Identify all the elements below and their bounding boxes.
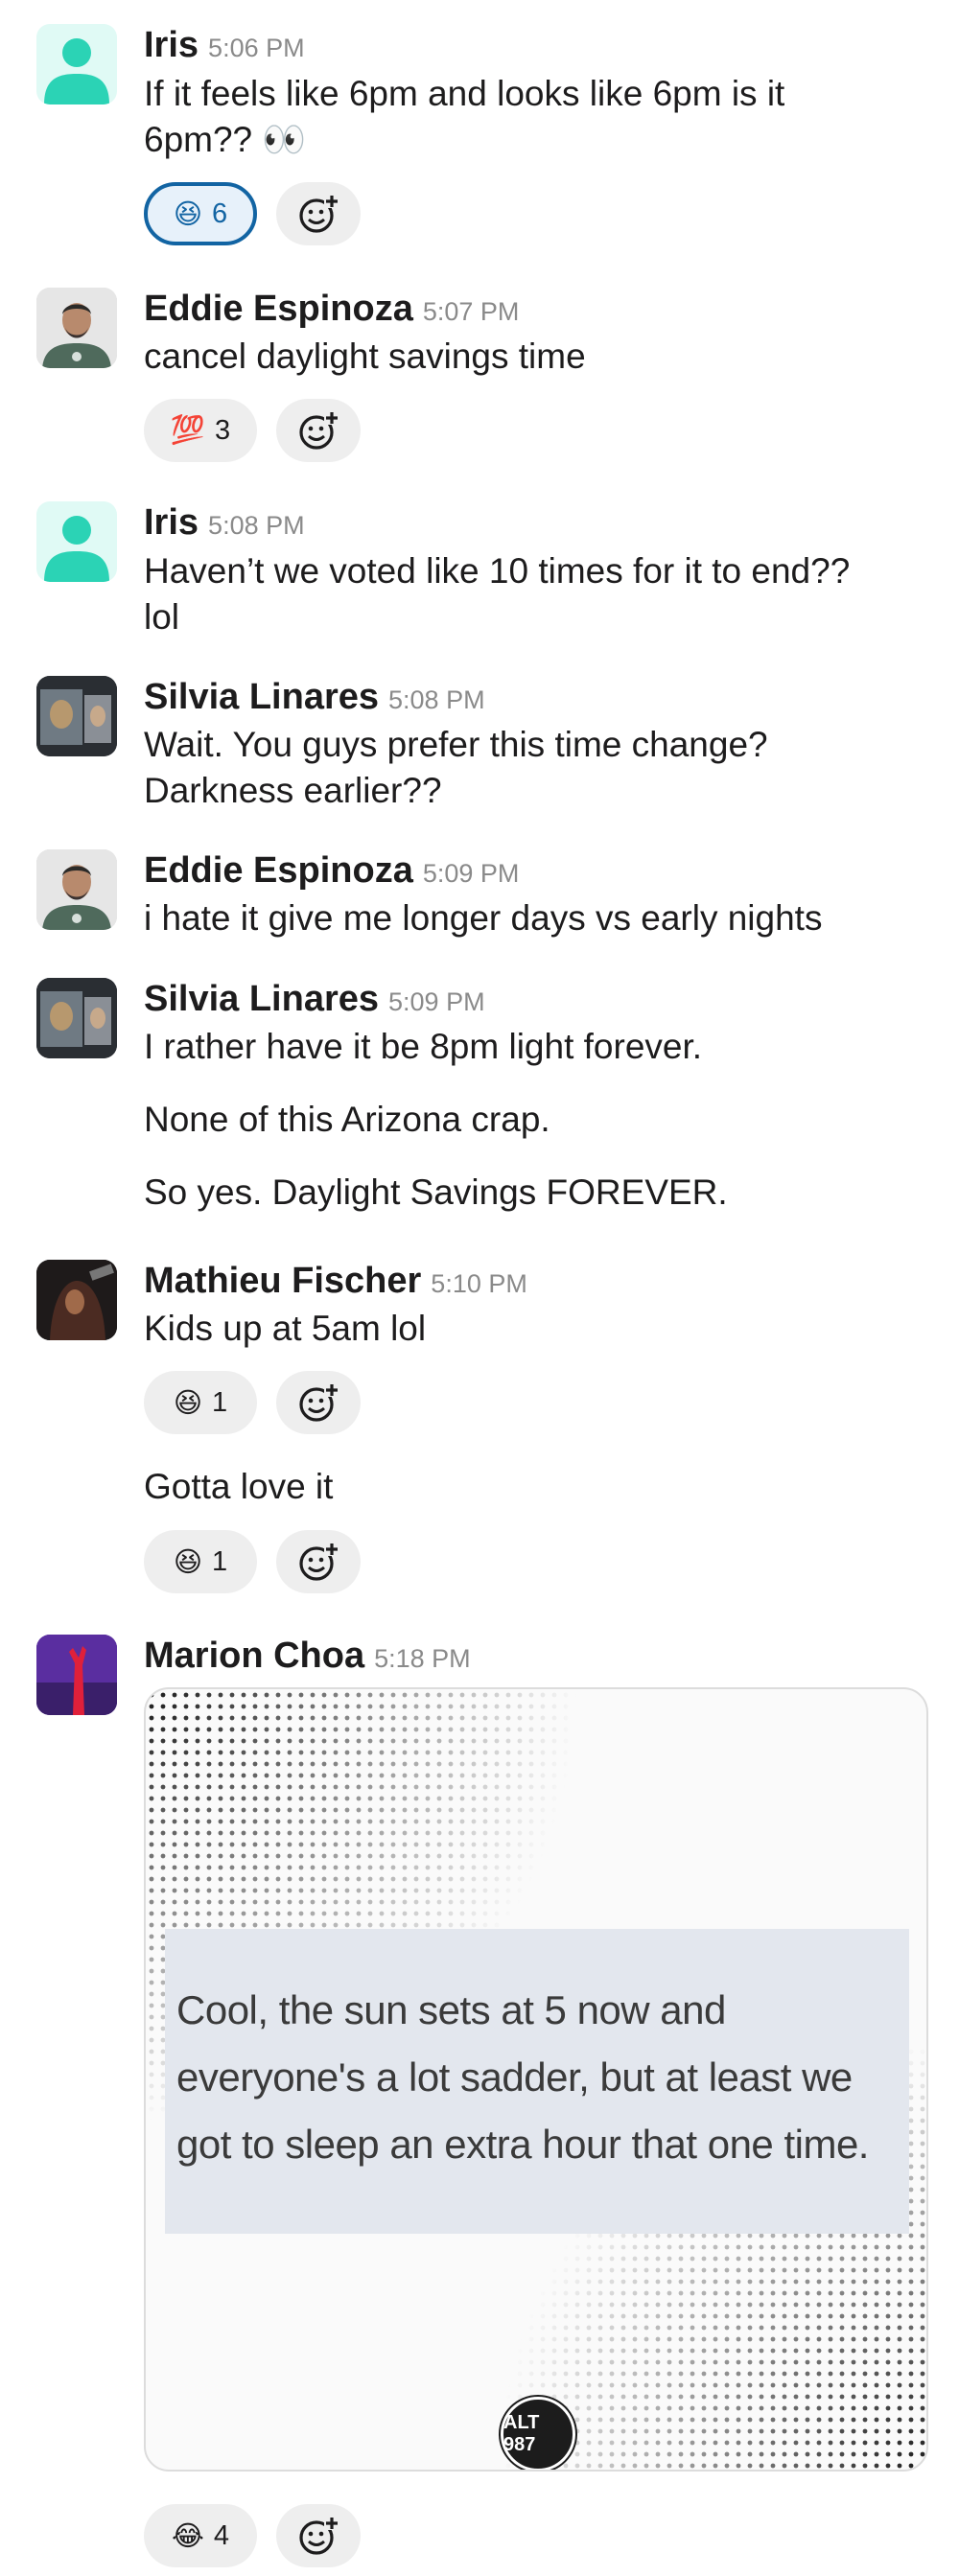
- add-reaction-icon: [299, 2517, 339, 2555]
- reaction-pill[interactable]: 😆 1: [144, 1371, 257, 1434]
- message-text: Haven’t we voted like 10 times for it to…: [144, 551, 851, 591]
- timestamp[interactable]: 5:09 PM: [423, 859, 520, 888]
- quote-line: got to sleep an extra hour that one time…: [176, 2122, 869, 2167]
- tears-of-joy-emoji-icon: 😂: [171, 2520, 204, 2552]
- message-text: i hate it give me longer days vs early n…: [144, 898, 823, 938]
- laughing-emoji-icon: 😆: [173, 1546, 203, 1578]
- message-text: cancel daylight savings time: [144, 337, 586, 376]
- reaction-pill[interactable]: 😆 1: [144, 1530, 257, 1593]
- avatar[interactable]: [36, 288, 117, 368]
- message-text: Gotta love it: [144, 1467, 334, 1506]
- avatar[interactable]: [36, 978, 117, 1058]
- user-photo-icon: [36, 1635, 117, 1715]
- laughing-emoji-icon: 😆: [173, 1387, 203, 1419]
- message-text: 6pm?? 👀: [144, 120, 307, 159]
- laughing-emoji-icon: 😆: [173, 198, 203, 230]
- add-reaction-button[interactable]: [276, 399, 361, 462]
- author-name[interactable]: Marion Choa 5:18 PM: [144, 1635, 471, 1680]
- add-reaction-icon: [299, 1383, 339, 1422]
- author-name[interactable]: Iris 5:08 PM: [144, 501, 305, 546]
- user-silhouette-icon: [44, 516, 109, 582]
- quote-text-box: Cool, the sun sets at 5 now and everyone…: [165, 1929, 909, 2234]
- avatar[interactable]: [36, 501, 117, 582]
- timestamp[interactable]: 5:18 PM: [374, 1644, 471, 1673]
- message-text: So yes. Daylight Savings FOREVER.: [144, 1172, 728, 1212]
- timestamp[interactable]: 5:09 PM: [388, 987, 485, 1016]
- avatar[interactable]: [36, 24, 117, 104]
- author-name[interactable]: Eddie Espinoza 5:09 PM: [144, 849, 519, 894]
- avatar[interactable]: [36, 1635, 117, 1715]
- add-reaction-icon: [299, 195, 339, 233]
- reaction-pill[interactable]: 😆 6: [144, 182, 257, 245]
- timestamp[interactable]: 5:06 PM: [208, 34, 305, 62]
- add-reaction-icon: [299, 411, 339, 450]
- reaction-pill[interactable]: 💯 3: [144, 399, 257, 462]
- user-photo-icon: [36, 849, 117, 930]
- quote-line: Cool, the sun sets at 5 now and: [176, 1987, 726, 2032]
- user-silhouette-icon: [44, 38, 109, 104]
- reaction-count: 6: [212, 197, 228, 229]
- reaction-pill[interactable]: 😂 4: [144, 2504, 257, 2567]
- add-reaction-button[interactable]: [276, 2504, 361, 2567]
- add-reaction-button[interactable]: [276, 1530, 361, 1593]
- hundred-points-emoji-icon: 💯: [170, 415, 205, 446]
- timestamp[interactable]: 5:07 PM: [423, 297, 520, 326]
- message-text: If it feels like 6pm and looks like 6pm …: [144, 74, 785, 113]
- author-name[interactable]: Eddie Espinoza 5:07 PM: [144, 288, 519, 333]
- user-photo-icon: [36, 676, 117, 756]
- add-reaction-button[interactable]: [276, 1371, 361, 1434]
- timestamp[interactable]: 5:08 PM: [388, 685, 485, 714]
- message-text: lol: [144, 597, 180, 637]
- reaction-count: 4: [213, 2519, 230, 2551]
- author-name[interactable]: Mathieu Fischer 5:10 PM: [144, 1260, 527, 1305]
- author-name[interactable]: Iris 5:06 PM: [144, 24, 305, 69]
- message-text: I rather have it be 8pm light forever.: [144, 1027, 703, 1066]
- timestamp[interactable]: 5:08 PM: [208, 511, 305, 540]
- add-reaction-icon: [299, 1543, 339, 1581]
- add-reaction-button[interactable]: [276, 182, 361, 245]
- user-photo-icon: [36, 288, 117, 368]
- quote-line: everyone's a lot sadder, but at least we: [176, 2054, 853, 2100]
- message-text: Kids up at 5am lol: [144, 1309, 427, 1348]
- reaction-count: 3: [214, 414, 231, 446]
- message-text: Wait. You guys prefer this time change?: [144, 725, 768, 764]
- message-text: Darkness earlier??: [144, 771, 442, 810]
- alt-987-logo: ALT 987: [501, 2397, 575, 2470]
- reaction-count: 1: [212, 1545, 228, 1577]
- timestamp[interactable]: 5:10 PM: [431, 1269, 527, 1298]
- image-attachment[interactable]: Cool, the sun sets at 5 now and everyone…: [144, 1687, 928, 2472]
- message-text: None of this Arizona crap.: [144, 1100, 550, 1139]
- author-name[interactable]: Silvia Linares 5:09 PM: [144, 978, 485, 1023]
- user-photo-icon: [36, 1260, 117, 1340]
- avatar[interactable]: [36, 1260, 117, 1340]
- reaction-count: 1: [212, 1386, 228, 1418]
- user-photo-icon: [36, 978, 117, 1058]
- avatar[interactable]: [36, 676, 117, 756]
- author-name[interactable]: Silvia Linares 5:08 PM: [144, 676, 485, 721]
- avatar[interactable]: [36, 849, 117, 930]
